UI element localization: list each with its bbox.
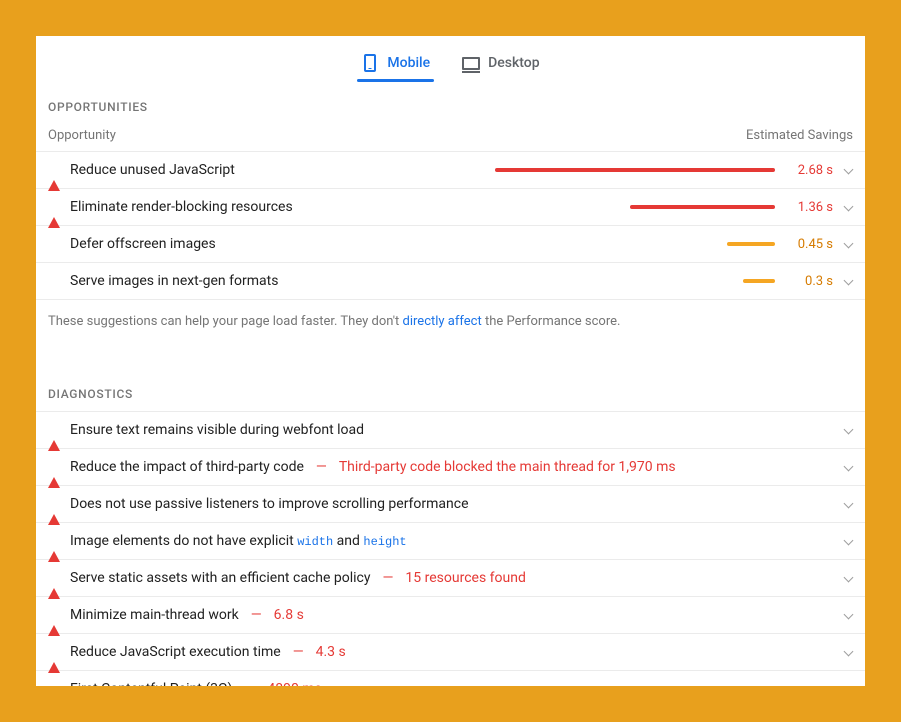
opportunity-row[interactable]: Defer offscreen images 0.45 s <box>36 226 865 263</box>
opportunity-row[interactable]: Eliminate render-blocking resources 1.36 … <box>36 189 865 226</box>
diagnostic-detail: 15 resources found <box>405 570 525 586</box>
diagnostic-row[interactable]: Image elements do not have explicit widt… <box>36 523 865 560</box>
chevron-down-icon[interactable] <box>843 499 853 509</box>
tab-mobile-label: Mobile <box>387 55 430 71</box>
diagnostic-detail: 4890 ms <box>267 681 321 686</box>
opportunities-note: These suggestions can help your page loa… <box>36 300 865 347</box>
savings-value: 1.36 s <box>785 200 833 215</box>
opportunities-list: Reduce unused JavaScript 2.68 s Eliminate … <box>36 152 865 300</box>
diagnostics-heading: DIAGNOSTICS <box>36 347 865 412</box>
diagnostic-label: Reduce JavaScript execution time <box>70 644 281 660</box>
diagnostic-label: First Contentful Paint (3G) <box>70 681 232 686</box>
savings-bar <box>495 205 775 209</box>
chevron-down-icon[interactable] <box>843 202 853 212</box>
opportunities-columns: Opportunity Estimated Savings <box>36 118 865 152</box>
savings-bar <box>495 242 775 246</box>
diagnostic-row[interactable]: Reduce the impact of third-party code — … <box>36 449 865 486</box>
diagnostic-detail: Third-party code blocked the main thread… <box>339 459 676 475</box>
tab-desktop[interactable]: Desktop <box>458 48 543 82</box>
mobile-icon <box>361 54 379 72</box>
note-link[interactable]: directly affect <box>403 314 482 329</box>
opportunity-label: Reduce unused JavaScript <box>70 162 235 178</box>
warning-triangle-icon <box>48 164 60 176</box>
chevron-down-icon[interactable] <box>843 573 853 583</box>
diagnostic-label: Image elements do not have explicit widt… <box>70 533 407 549</box>
warning-square-icon <box>48 238 60 250</box>
savings-value: 0.45 s <box>785 237 833 252</box>
note-suffix: the Performance score. <box>482 314 621 329</box>
opportunity-row[interactable]: Reduce unused JavaScript 2.68 s <box>36 152 865 189</box>
col-opportunity: Opportunity <box>48 128 116 143</box>
diagnostic-detail: 4.3 s <box>316 644 346 660</box>
detail-separator: — <box>314 459 329 475</box>
chevron-down-icon[interactable] <box>843 647 853 657</box>
chevron-down-icon[interactable] <box>843 462 853 472</box>
diagnostics-list: Ensure text remains visible during webfo… <box>36 412 865 686</box>
savings-bar <box>495 168 775 172</box>
diagnostic-row[interactable]: Does not use passive listeners to improv… <box>36 486 865 523</box>
detail-separator: — <box>242 681 257 686</box>
tab-desktop-label: Desktop <box>488 55 539 71</box>
desktop-icon <box>462 54 480 72</box>
diagnostic-row[interactable]: Ensure text remains visible during webfo… <box>36 412 865 449</box>
diagnostic-detail: 6.8 s <box>274 607 304 623</box>
diagnostic-row[interactable]: Minimize main-thread work — 6.8 s <box>36 597 865 634</box>
chevron-down-icon[interactable] <box>843 610 853 620</box>
warning-triangle-icon <box>48 609 60 621</box>
detail-separator: — <box>380 570 395 586</box>
diagnostic-row[interactable]: Reduce JavaScript execution time — 4.3 s <box>36 634 865 671</box>
chevron-down-icon[interactable] <box>843 165 853 175</box>
detail-separator: — <box>291 644 306 660</box>
opportunity-label: Defer offscreen images <box>70 236 216 252</box>
opportunity-label: Serve images in next-gen formats <box>70 273 278 289</box>
chevron-down-icon[interactable] <box>843 276 853 286</box>
chevron-down-icon[interactable] <box>843 425 853 435</box>
chevron-down-icon[interactable] <box>843 536 853 546</box>
warning-triangle-icon <box>48 683 60 686</box>
report-panel: Mobile Desktop OPPORTUNITIES Opportunity… <box>36 36 865 686</box>
tab-mobile[interactable]: Mobile <box>357 48 434 82</box>
opportunity-label: Eliminate render-blocking resources <box>70 199 293 215</box>
savings-value: 0.3 s <box>785 274 833 289</box>
diagnostic-label: Serve static assets with an efficient ca… <box>70 570 370 586</box>
diagnostic-label: Ensure text remains visible during webfo… <box>70 422 364 438</box>
warning-triangle-icon <box>48 498 60 510</box>
savings-bar <box>495 279 775 283</box>
diagnostic-label: Minimize main-thread work <box>70 607 239 623</box>
diagnostic-row[interactable]: Serve static assets with an efficient ca… <box>36 560 865 597</box>
warning-square-icon <box>48 275 60 287</box>
diagnostic-row[interactable]: First Contentful Paint (3G) — 4890 ms <box>36 671 865 686</box>
chevron-down-icon[interactable] <box>843 239 853 249</box>
diagnostic-label: Does not use passive listeners to improv… <box>70 496 469 512</box>
device-tabs: Mobile Desktop <box>36 36 865 86</box>
warning-triangle-icon <box>48 646 60 658</box>
warning-triangle-icon <box>48 201 60 213</box>
diagnostic-label: Reduce the impact of third-party code <box>70 459 304 475</box>
opportunity-row[interactable]: Serve images in next-gen formats 0.3 s <box>36 263 865 300</box>
detail-separator: — <box>249 607 264 623</box>
warning-triangle-icon <box>48 461 60 473</box>
savings-value: 2.68 s <box>785 163 833 178</box>
warning-triangle-icon <box>48 424 60 436</box>
warning-triangle-icon <box>48 535 60 547</box>
warning-triangle-icon <box>48 572 60 584</box>
note-prefix: These suggestions can help your page loa… <box>48 314 403 329</box>
opportunities-heading: OPPORTUNITIES <box>36 86 865 118</box>
chevron-down-icon[interactable] <box>843 684 853 686</box>
col-savings: Estimated Savings <box>746 128 853 143</box>
